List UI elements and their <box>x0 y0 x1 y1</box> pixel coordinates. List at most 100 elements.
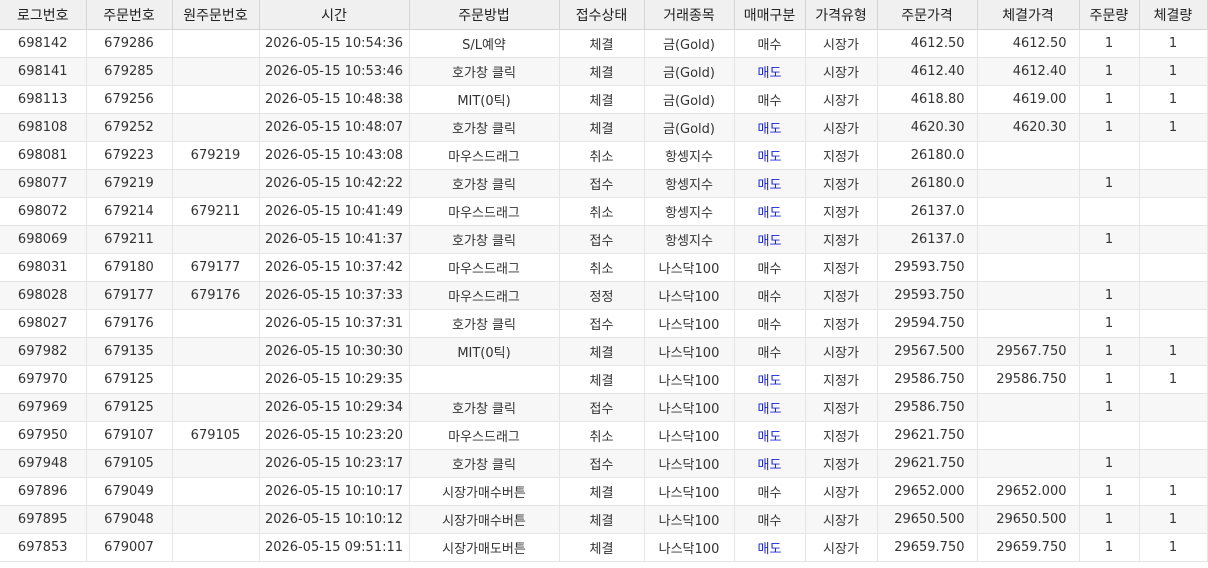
cell-price-type: 지정가 <box>805 365 878 394</box>
table-row[interactable]: 697948 679105 2026-05-15 10:23:17 호가창 클릭 접수 나… <box>0 449 1208 478</box>
cell-time: 2026-05-15 10:29:35 <box>259 365 410 394</box>
cell-symbol: 금(Gold) <box>644 57 735 86</box>
cell-fill-qty <box>1139 309 1208 338</box>
cell-orig-order-no <box>172 113 260 142</box>
column-header-side[interactable]: 매매구분 <box>734 0 806 30</box>
column-header-orig-order-no[interactable]: 원주문번호 <box>172 0 260 30</box>
cell-symbol: 나스닥100 <box>644 393 735 422</box>
table-row[interactable]: 698077 679219 2026-05-15 10:42:22 호가창 클릭 접수 항… <box>0 169 1208 198</box>
cell-price-type: 시장가 <box>805 533 878 562</box>
cell-time: 2026-05-15 09:51:11 <box>259 533 410 562</box>
cell-fill-price <box>977 393 1080 422</box>
column-header-order-price[interactable]: 주문가격 <box>877 0 978 30</box>
cell-symbol: 나스닥100 <box>644 281 735 310</box>
cell-symbol: 금(Gold) <box>644 85 735 114</box>
cell-time: 2026-05-15 10:41:49 <box>259 197 410 226</box>
cell-order-no: 679176 <box>86 309 173 338</box>
cell-order-price: 29652.000 <box>877 477 978 506</box>
table-header: 로그번호 주문번호 원주문번호 시간 주문방법 접수상태 거래종목 매매구분 가격유형 주문가격 체… <box>0 0 1208 30</box>
cell-fill-price: 29659.750 <box>977 533 1080 562</box>
cell-fill-price: 4619.00 <box>977 85 1080 114</box>
cell-order-price: 4618.80 <box>877 85 978 114</box>
cell-method: 시장가매도버튼 <box>409 533 560 562</box>
cell-fill-price: 29652.000 <box>977 477 1080 506</box>
cell-side: 매수 <box>734 281 806 310</box>
cell-order-qty <box>1079 141 1140 170</box>
cell-time: 2026-05-15 10:43:08 <box>259 141 410 170</box>
cell-price-type: 지정가 <box>805 449 878 478</box>
cell-log-no: 697895 <box>0 505 87 534</box>
cell-order-qty: 1 <box>1079 533 1140 562</box>
cell-time: 2026-05-15 10:10:12 <box>259 505 410 534</box>
table-row[interactable]: 698113 679256 2026-05-15 10:48:38 MIT(0틱) 체결… <box>0 85 1208 114</box>
column-header-status[interactable]: 접수상태 <box>559 0 645 30</box>
table-row[interactable]: 697970 679125 2026-05-15 10:29:35 체결 나스닥100 매… <box>0 365 1208 394</box>
cell-price-type: 지정가 <box>805 421 878 450</box>
table-row[interactable]: 698069 679211 2026-05-15 10:41:37 호가창 클릭 접수 항… <box>0 225 1208 254</box>
table-row[interactable]: 698031 679180 679177 2026-05-15 10:37:42 마우스… <box>0 253 1208 282</box>
table-row[interactable]: 697969 679125 2026-05-15 10:29:34 호가창 클릭 접수 나… <box>0 393 1208 422</box>
cell-side: 매도 <box>734 449 806 478</box>
table-row[interactable]: 698141 679285 2026-05-15 10:53:46 호가창 클릭 체결 금… <box>0 57 1208 86</box>
cell-orig-order-no: 679176 <box>172 281 260 310</box>
cell-order-qty: 1 <box>1079 365 1140 394</box>
cell-price-type: 시장가 <box>805 85 878 114</box>
cell-order-no: 679048 <box>86 505 173 534</box>
table-row[interactable]: 697896 679049 2026-05-15 10:10:17 시장가매수버튼 체결… <box>0 477 1208 506</box>
cell-side: 매도 <box>734 57 806 86</box>
column-header-order-qty[interactable]: 주문량 <box>1079 0 1140 30</box>
cell-order-qty: 1 <box>1079 169 1140 198</box>
cell-status: 체결 <box>559 505 645 534</box>
cell-order-price: 26180.0 <box>877 141 978 170</box>
cell-order-no: 679219 <box>86 169 173 198</box>
cell-fill-qty <box>1139 169 1208 198</box>
cell-orig-order-no: 679211 <box>172 197 260 226</box>
table-row[interactable]: 697853 679007 2026-05-15 09:51:11 시장가매도버튼 체결… <box>0 533 1208 562</box>
table-row[interactable]: 698081 679223 679219 2026-05-15 10:43:08 마우스… <box>0 141 1208 170</box>
table-row[interactable]: 698108 679252 2026-05-15 10:48:07 호가창 클릭 체결 금… <box>0 113 1208 142</box>
cell-order-qty: 1 <box>1079 337 1140 366</box>
cell-price-type: 지정가 <box>805 197 878 226</box>
cell-order-price: 29586.750 <box>877 393 978 422</box>
cell-symbol: 나스닥100 <box>644 505 735 534</box>
cell-symbol: 나스닥100 <box>644 533 735 562</box>
table-row[interactable]: 697950 679107 679105 2026-05-15 10:23:20 마우스… <box>0 421 1208 450</box>
cell-status: 취소 <box>559 197 645 226</box>
cell-fill-price <box>977 253 1080 282</box>
cell-order-price: 26137.0 <box>877 225 978 254</box>
cell-fill-qty <box>1139 393 1208 422</box>
column-header-fill-qty[interactable]: 체결량 <box>1139 0 1208 30</box>
cell-order-no: 679177 <box>86 281 173 310</box>
cell-price-type: 시장가 <box>805 477 878 506</box>
column-header-price-type[interactable]: 가격유형 <box>805 0 878 30</box>
cell-fill-qty: 1 <box>1139 505 1208 534</box>
cell-fill-price <box>977 449 1080 478</box>
column-header-order-no[interactable]: 주문번호 <box>86 0 173 30</box>
table-row[interactable]: 697895 679048 2026-05-15 10:10:12 시장가매수버튼 체결… <box>0 505 1208 534</box>
cell-order-qty: 1 <box>1079 309 1140 338</box>
table-row[interactable]: 698072 679214 679211 2026-05-15 10:41:49 마우스… <box>0 197 1208 226</box>
column-header-fill-price[interactable]: 체결가격 <box>977 0 1080 30</box>
cell-time: 2026-05-15 10:30:30 <box>259 337 410 366</box>
cell-symbol: 금(Gold) <box>644 29 735 58</box>
cell-order-qty: 1 <box>1079 29 1140 58</box>
column-header-symbol[interactable]: 거래종목 <box>644 0 735 30</box>
cell-orig-order-no <box>172 477 260 506</box>
cell-symbol: 항셍지수 <box>644 197 735 226</box>
column-header-time[interactable]: 시간 <box>259 0 410 30</box>
cell-log-no: 697896 <box>0 477 87 506</box>
cell-method: 호가창 클릭 <box>409 225 560 254</box>
cell-order-no: 679223 <box>86 141 173 170</box>
table-row[interactable]: 698027 679176 2026-05-15 10:37:31 호가창 클릭 접수 나… <box>0 309 1208 338</box>
table-row[interactable]: 698142 679286 2026-05-15 10:54:36 S/L예약 체결 금(… <box>0 29 1208 58</box>
cell-symbol: 나스닥100 <box>644 309 735 338</box>
cell-fill-qty <box>1139 225 1208 254</box>
table-row[interactable]: 698028 679177 679176 2026-05-15 10:37:33 마우스… <box>0 281 1208 310</box>
column-header-method[interactable]: 주문방법 <box>409 0 560 30</box>
cell-order-price: 29593.750 <box>877 281 978 310</box>
cell-order-no: 679007 <box>86 533 173 562</box>
cell-fill-qty: 1 <box>1139 29 1208 58</box>
table-row[interactable]: 697982 679135 2026-05-15 10:30:30 MIT(0틱) 체결… <box>0 337 1208 366</box>
column-header-log-no[interactable]: 로그번호 <box>0 0 87 30</box>
cell-log-no: 698072 <box>0 197 87 226</box>
